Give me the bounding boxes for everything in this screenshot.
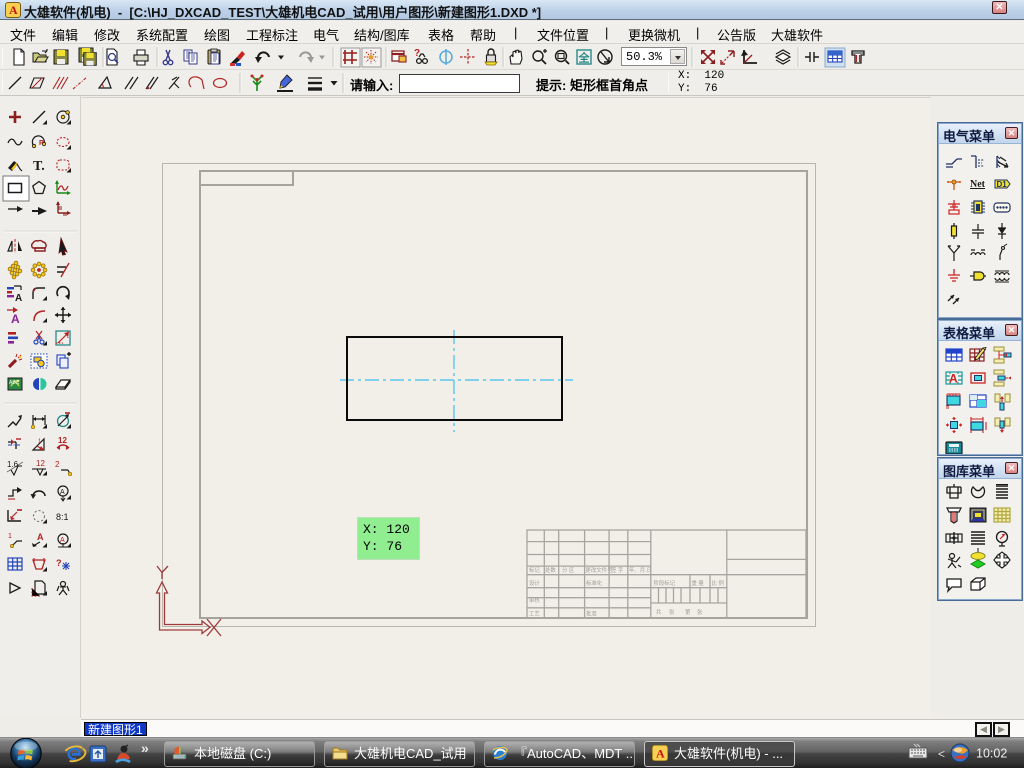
- svg-text:»: »: [141, 740, 149, 756]
- svg-text:1: 1: [8, 533, 12, 540]
- svg-text:设计: 设计: [529, 579, 540, 587]
- svg-text:比 例: 比 例: [712, 579, 724, 587]
- svg-text:P: P: [39, 140, 44, 147]
- svg-text:A: A: [60, 489, 65, 496]
- svg-text:?: ?: [56, 558, 62, 568]
- svg-text:分 区: 分 区: [562, 566, 575, 574]
- svg-text:阶段标记: 阶段标记: [654, 579, 676, 587]
- svg-text:共: 共: [656, 608, 662, 616]
- svg-text:更改文件号: 更改文件号: [586, 566, 614, 574]
- svg-text:张: 张: [697, 608, 703, 616]
- svg-text:标准化: 标准化: [586, 579, 603, 587]
- svg-text:A: A: [15, 293, 22, 304]
- svg-text:2: 2: [55, 460, 60, 469]
- svg-text:12: 12: [36, 459, 45, 468]
- svg-text:张: 张: [669, 608, 675, 616]
- svg-text:年、月.日: 年、月.日: [629, 566, 652, 574]
- svg-text:批准: 批准: [586, 610, 597, 618]
- svg-text:A: A: [37, 532, 44, 542]
- svg-text:ABC: ABC: [9, 380, 20, 386]
- svg-text:工艺: 工艺: [529, 611, 540, 618]
- svg-text:处数: 处数: [545, 566, 556, 574]
- svg-text:A: A: [949, 372, 958, 386]
- svg-text:Net: Net: [970, 179, 986, 190]
- svg-text:审核: 审核: [529, 596, 540, 604]
- svg-text:D1: D1: [997, 180, 1008, 189]
- svg-text:重 量: 重 量: [692, 579, 705, 587]
- svg-text:?: ?: [414, 48, 420, 59]
- svg-text:10:02: 10:02: [976, 747, 1007, 761]
- svg-text:全: 全: [578, 51, 591, 65]
- svg-text:签 字: 签 字: [611, 566, 623, 574]
- svg-text:第: 第: [685, 608, 691, 616]
- svg-text:A: A: [656, 747, 665, 761]
- svg-text:A: A: [60, 537, 65, 544]
- svg-text:<: <: [938, 747, 945, 761]
- svg-text:标记: 标记: [529, 566, 540, 574]
- svg-text:12: 12: [58, 436, 67, 445]
- svg-text:8:1: 8:1: [56, 512, 69, 522]
- svg-text:A: A: [11, 312, 20, 326]
- svg-text:T.: T.: [33, 159, 45, 174]
